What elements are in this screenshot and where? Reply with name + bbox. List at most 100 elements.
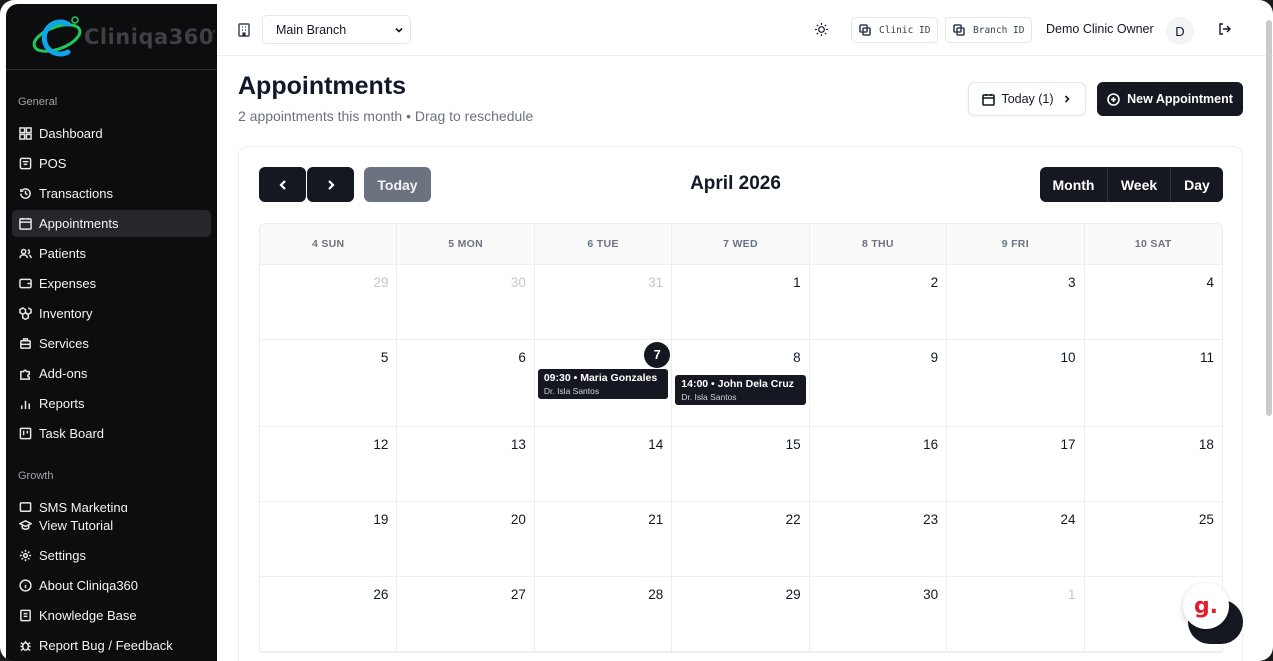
day-cell[interactable]: 18 <box>1085 427 1222 501</box>
sidebar-item-patients[interactable]: Patients <box>12 240 211 267</box>
sidebar-item-transactions[interactable]: Transactions <box>12 180 211 207</box>
day-number: 1 <box>1068 587 1076 602</box>
day-cell[interactable]: 8 14:00 • John Dela Cruz Dr. Isla Santos <box>672 340 810 426</box>
sidebar-item-label: Settings <box>39 548 86 563</box>
weekday-header: 6 TUE <box>535 224 673 264</box>
week-row: 19 20 21 22 23 24 25 <box>260 502 1222 577</box>
day-number: 2 <box>930 275 939 290</box>
view-month-button[interactable]: Month <box>1040 167 1108 202</box>
sidebar-item-label: POS <box>39 156 67 171</box>
clinic-id-button[interactable]: Clinic ID <box>851 17 939 43</box>
users-icon <box>18 247 32 261</box>
sidebar-item-reports[interactable]: Reports <box>12 390 211 417</box>
clinic-id-label: Clinic ID <box>879 24 931 36</box>
weekday-header: 4 SUN <box>260 224 398 264</box>
day-cell[interactable]: 5 <box>260 340 398 426</box>
day-cell[interactable]: 9 <box>810 340 948 426</box>
calendar-grid: 4 SUN 5 MON 6 TUE 7 WED 8 THU 9 FRI 10 SAT 29 30… <box>259 223 1223 653</box>
day-cell[interactable]: 10 <box>947 340 1085 426</box>
today-day-number: 7 <box>644 342 671 368</box>
branch-id-label: Branch ID <box>973 24 1025 36</box>
branch-id-button[interactable]: Branch ID <box>945 17 1033 43</box>
day-cell[interactable]: 22 <box>672 502 810 576</box>
sidebar-item-settings[interactable]: Settings <box>12 542 211 569</box>
scrollbar[interactable] <box>1266 20 1272 416</box>
day-cell[interactable]: 17 <box>947 427 1085 501</box>
day-cell[interactable]: 20 <box>397 502 535 576</box>
event-doctor: Dr. Isla Santos <box>543 386 600 396</box>
day-cell[interactable]: 6 <box>397 340 535 426</box>
day-cell[interactable]: 19 <box>260 502 398 576</box>
sidebar-item-dashboard[interactable]: Dashboard <box>12 120 211 147</box>
day-cell[interactable]: 29 <box>672 577 810 651</box>
sidebar-item-label: Report Bug / Feedback <box>39 638 173 653</box>
today-appointments-button[interactable]: Today (1) <box>968 82 1086 116</box>
sidebar-item-report-bug-feedback[interactable]: Report Bug / Feedback <box>12 632 211 659</box>
nav-general: General Dashboard POS Transactions Appointm… <box>6 96 217 450</box>
branch-select-value: Main Branch <box>276 22 347 37</box>
day-cell[interactable]: 30 <box>397 265 535 339</box>
day-cell[interactable]: 31 <box>535 265 673 339</box>
sidebar-item-add-ons[interactable]: Add-ons <box>12 360 211 387</box>
day-cell[interactable]: 3 <box>947 265 1085 339</box>
day-cell[interactable]: 16 <box>810 427 948 501</box>
week-row: 5 6 7 09:30 • Maria Gonzales Dr. Isla Santos… <box>260 340 1222 427</box>
day-number: 18 <box>1198 437 1214 452</box>
day-cell[interactable]: 23 <box>810 502 948 576</box>
sidebar-item-inventory[interactable]: Inventory <box>12 300 211 327</box>
calendar-card: Today April 2026 Month Week Day 4 SUN 5 M… <box>238 146 1243 661</box>
branch-select[interactable]: Main Branch <box>262 15 411 44</box>
day-cell[interactable]: 25 <box>1085 502 1222 576</box>
appointment-event[interactable]: 09:30 • Maria Gonzales Dr. Isla Santos <box>537 369 669 399</box>
avatar[interactable]: D <box>1166 17 1194 45</box>
day-cell[interactable]: 28 <box>535 577 673 651</box>
day-cell[interactable]: 21 <box>535 502 673 576</box>
day-cell[interactable]: 4 <box>1085 265 1222 339</box>
sidebar-item-services[interactable]: Services <box>12 330 211 357</box>
day-cell[interactable]: 15 <box>672 427 810 501</box>
appointment-event[interactable]: 14:00 • John Dela Cruz Dr. Isla Santos <box>675 375 806 405</box>
sidebar-item-view-tutorial[interactable]: View Tutorial <box>12 512 211 539</box>
brand-name: Cliniqa360 <box>84 24 214 49</box>
day-cell[interactable]: 12 <box>260 427 398 501</box>
logo[interactable]: Cliniqa360 ° <box>6 4 217 70</box>
day-number: 10 <box>1060 350 1076 365</box>
puzzle-icon <box>18 367 32 381</box>
day-cell[interactable]: 30 <box>810 577 948 651</box>
sidebar-item-pos[interactable]: POS <box>12 150 211 177</box>
boxes-icon <box>18 307 32 321</box>
day-cell[interactable]: 1 <box>672 265 810 339</box>
sidebar-item-expenses[interactable]: Expenses <box>12 270 211 297</box>
sidebar-item-appointments[interactable]: Appointments <box>12 210 211 237</box>
sun-icon[interactable] <box>814 22 829 37</box>
day-cell[interactable]: 27 <box>397 577 535 651</box>
day-number: 29 <box>373 275 389 290</box>
day-cell[interactable]: 26 <box>260 577 398 651</box>
sidebar-item-knowledge-base[interactable]: Knowledge Base <box>12 602 211 629</box>
user-name[interactable]: Demo Clinic Owner <box>1046 22 1154 36</box>
day-number: 21 <box>648 512 664 527</box>
view-day-button[interactable]: Day <box>1171 167 1223 202</box>
info-icon <box>18 579 32 593</box>
view-toggle: Month Week Day <box>1040 167 1223 202</box>
sidebar-item-label: Services <box>39 336 89 351</box>
day-cell[interactable]: 11 <box>1085 340 1222 426</box>
logout-icon[interactable] <box>1218 22 1232 36</box>
weekday-header: 7 WED <box>672 224 810 264</box>
sidebar-item-task-board[interactable]: Task Board <box>12 420 211 447</box>
day-cell[interactable]: 7 09:30 • Maria Gonzales Dr. Isla Santos <box>535 340 673 426</box>
sidebar-item-about-cliniqa360[interactable]: About Cliniqa360 <box>12 572 211 599</box>
view-week-button[interactable]: Week <box>1108 167 1171 202</box>
weekday-header: 10 SAT <box>1134 238 1172 250</box>
day-number: 25 <box>1198 512 1214 527</box>
day-cell[interactable]: 24 <box>947 502 1085 576</box>
day-cell[interactable]: 29 <box>260 265 398 339</box>
day-cell[interactable]: 14 <box>535 427 673 501</box>
day-cell[interactable]: 1 <box>947 577 1085 651</box>
day-cell[interactable]: 13 <box>397 427 535 501</box>
new-appointment-button[interactable]: New Appointment <box>1097 82 1243 116</box>
help-widget-icon[interactable]: g. <box>1183 583 1229 629</box>
day-number: 15 <box>785 437 801 452</box>
day-cell[interactable]: 2 <box>810 265 948 339</box>
graduation-cap-icon <box>18 519 32 533</box>
